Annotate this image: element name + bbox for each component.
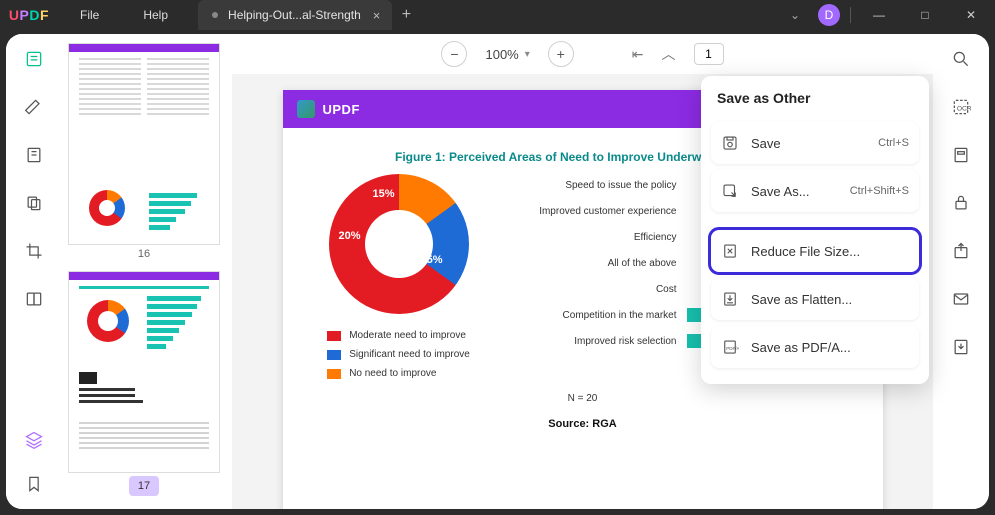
window-minimize[interactable]: — — [861, 3, 897, 27]
save-icon — [721, 134, 739, 152]
highlight-icon[interactable] — [23, 96, 45, 118]
bookmark-icon[interactable] — [23, 473, 45, 495]
reduce-size-icon — [721, 242, 739, 260]
document-tab[interactable]: Helping-Out...al-Strength × — [198, 0, 392, 30]
shortcut: Ctrl+S — [878, 137, 909, 149]
bar-label: Competition in the market — [499, 310, 677, 321]
app-logo: UPDF — [0, 7, 58, 23]
thumbnail-page-16[interactable]: 16 — [69, 44, 219, 264]
first-page-button[interactable]: ⇤ — [632, 46, 644, 63]
menu-label: Save — [751, 136, 781, 151]
brand-text: UPDF — [323, 102, 360, 117]
slice-label-c: 15% — [373, 188, 395, 200]
thumbnail-sidebar: 16 17 — [62, 34, 232, 509]
organize-pages-icon[interactable] — [23, 192, 45, 214]
prev-page-button[interactable]: ︿ — [662, 44, 676, 64]
logo-d: D — [29, 7, 40, 23]
menu-save-as[interactable]: Save As... Ctrl+Shift+S — [711, 170, 919, 212]
user-avatar[interactable]: D — [818, 4, 840, 26]
layers-icon[interactable] — [23, 429, 45, 451]
zoom-out-button[interactable]: − — [441, 41, 467, 67]
chevron-down-icon: ▾ — [525, 49, 530, 60]
zoom-in-button[interactable]: + — [548, 41, 574, 67]
donut-chart: 15% 20% 65% Moderate need to improve Sig… — [309, 174, 489, 379]
zoom-level[interactable]: 100% ▾ — [485, 47, 529, 62]
slice-label-b: 20% — [339, 230, 361, 242]
legend-b: Significant need to improve — [349, 349, 470, 360]
right-rail: OCR — [933, 34, 989, 509]
legend-a: Moderate need to improve — [349, 330, 466, 341]
export-icon[interactable] — [950, 336, 972, 358]
titlebar-dropdown[interactable]: ⌄ — [782, 4, 808, 26]
titlebar: UPDF File Help Helping-Out...al-Strength… — [0, 0, 995, 30]
menu-label: Reduce File Size... — [751, 244, 860, 259]
menu-file[interactable]: File — [58, 8, 121, 22]
edit-text-icon[interactable] — [23, 144, 45, 166]
form-icon[interactable] — [950, 144, 972, 166]
menu-label: Save as Flatten... — [751, 292, 852, 307]
menu-label: Save As... — [751, 184, 810, 199]
thumbnail-label-active: 17 — [129, 476, 159, 496]
workspace-wrap: 16 17 − — [0, 30, 995, 515]
bar-label: All of the above — [499, 258, 677, 269]
thumbnail-label: 16 — [69, 244, 219, 264]
menu-save[interactable]: Save Ctrl+S — [711, 122, 919, 164]
logo-f: F — [40, 7, 49, 23]
viewer-toolbar: − 100% ▾ + ⇤ ︿ — [232, 34, 933, 74]
protect-icon[interactable] — [950, 192, 972, 214]
svg-text:PDF/A: PDF/A — [726, 346, 739, 351]
thumbnail-image — [69, 44, 219, 244]
flatten-icon — [721, 290, 739, 308]
mail-icon[interactable] — [950, 288, 972, 310]
ocr-icon[interactable]: OCR — [950, 96, 972, 118]
brand-logo-icon — [297, 100, 315, 118]
menu-reduce-file-size[interactable]: Reduce File Size... — [711, 230, 919, 272]
panel-title: Save as Other — [709, 90, 921, 116]
tab-close-button[interactable]: × — [371, 8, 383, 23]
bar-label: Efficiency — [499, 232, 677, 243]
svg-text:OCR: OCR — [957, 105, 971, 112]
tab-indicator-icon — [212, 12, 218, 18]
search-icon[interactable] — [950, 48, 972, 70]
bar-label: Improved customer experience — [499, 206, 677, 217]
tab-title: Helping-Out...al-Strength — [228, 8, 361, 22]
menu-save-pdfa[interactable]: PDF/A Save as PDF/A... — [711, 326, 919, 368]
legend-c: No need to improve — [349, 368, 436, 379]
slice-label-a: 65% — [420, 254, 442, 266]
shortcut: Ctrl+Shift+S — [850, 185, 909, 197]
app-root: UPDF File Help Helping-Out...al-Strength… — [0, 0, 995, 515]
crop-icon[interactable] — [23, 240, 45, 262]
source-text: Source: RGA — [283, 418, 883, 430]
bar-label: Speed to issue the policy — [499, 180, 677, 191]
pdfa-icon: PDF/A — [721, 338, 739, 356]
bar-label: Improved risk selection — [499, 336, 677, 347]
zoom-value: 100% — [485, 47, 518, 62]
compare-icon[interactable] — [23, 288, 45, 310]
page-number-input[interactable] — [694, 43, 724, 65]
workspace: 16 17 − — [6, 34, 989, 509]
titlebar-right: ⌄ D — □ ✕ — [782, 3, 995, 27]
sample-size: N = 20 — [283, 393, 883, 404]
save-as-other-panel: Save as Other Save Ctrl+S Save As... Ctr… — [701, 76, 929, 384]
share-icon[interactable] — [950, 240, 972, 262]
menu-save-flatten[interactable]: Save as Flatten... — [711, 278, 919, 320]
window-close[interactable]: ✕ — [953, 3, 989, 27]
chart-legend: Moderate need to improve Significant nee… — [327, 330, 470, 379]
window-maximize[interactable]: □ — [907, 3, 943, 27]
divider — [850, 7, 851, 23]
bar-label: Cost — [499, 284, 677, 295]
menu-help[interactable]: Help — [121, 8, 190, 22]
logo-u: U — [9, 7, 20, 23]
left-rail — [6, 34, 62, 509]
save-as-icon — [721, 182, 739, 200]
menu-label: Save as PDF/A... — [751, 340, 851, 355]
logo-p: P — [20, 7, 30, 23]
thumbnail-page-17[interactable]: 17 — [69, 272, 219, 496]
reader-mode-icon[interactable] — [23, 48, 45, 70]
donut-graphic: 15% 20% 65% — [329, 174, 469, 314]
thumbnail-image — [69, 272, 219, 472]
new-tab-button[interactable]: + — [392, 6, 420, 24]
